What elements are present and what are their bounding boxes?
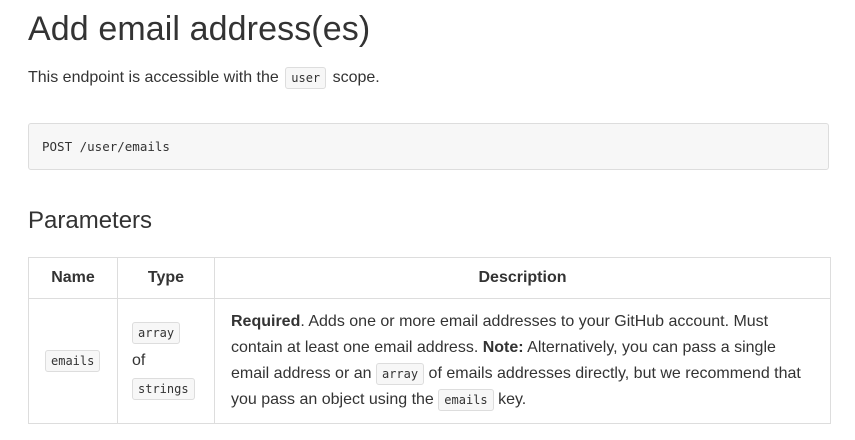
scope-code: user (285, 67, 327, 89)
type-of-text: of (132, 352, 146, 369)
intro-paragraph: This endpoint is accessible with the use… (28, 64, 380, 92)
page-title: Add email address(es) (28, 10, 371, 48)
header-name: Name (28, 257, 118, 299)
header-description: Description (214, 257, 831, 299)
param-name-code: emails (45, 350, 101, 372)
param-description-cell: Required. Adds one or more email address… (214, 298, 831, 424)
parameters-heading: Parameters (28, 207, 153, 234)
desc-required: Required (231, 313, 301, 330)
type-code-strings: strings (132, 378, 195, 400)
parameters-table: Name Type Description emails array of stri… (28, 257, 831, 424)
param-type-cell: array of strings (117, 298, 215, 424)
table-header-row: Name Type Description (28, 257, 831, 299)
param-name-cell: emails (28, 298, 118, 424)
intro-text-before: This endpoint is accessible with the (28, 69, 279, 86)
table-row: emails array of strings Required. Adds one… (28, 298, 831, 424)
desc-note: Note: (482, 339, 524, 356)
header-type: Type (117, 257, 215, 299)
endpoint-code-block: POST /user/emails (28, 123, 829, 170)
page: Add email address(es) This endpoint is a… (0, 0, 855, 440)
desc-text-4: key. (498, 391, 527, 408)
desc-code-array: array (375, 363, 425, 385)
intro-text-after: scope. (332, 69, 380, 86)
desc-code-emails: emails (438, 389, 494, 411)
type-code-array: array (132, 322, 181, 344)
